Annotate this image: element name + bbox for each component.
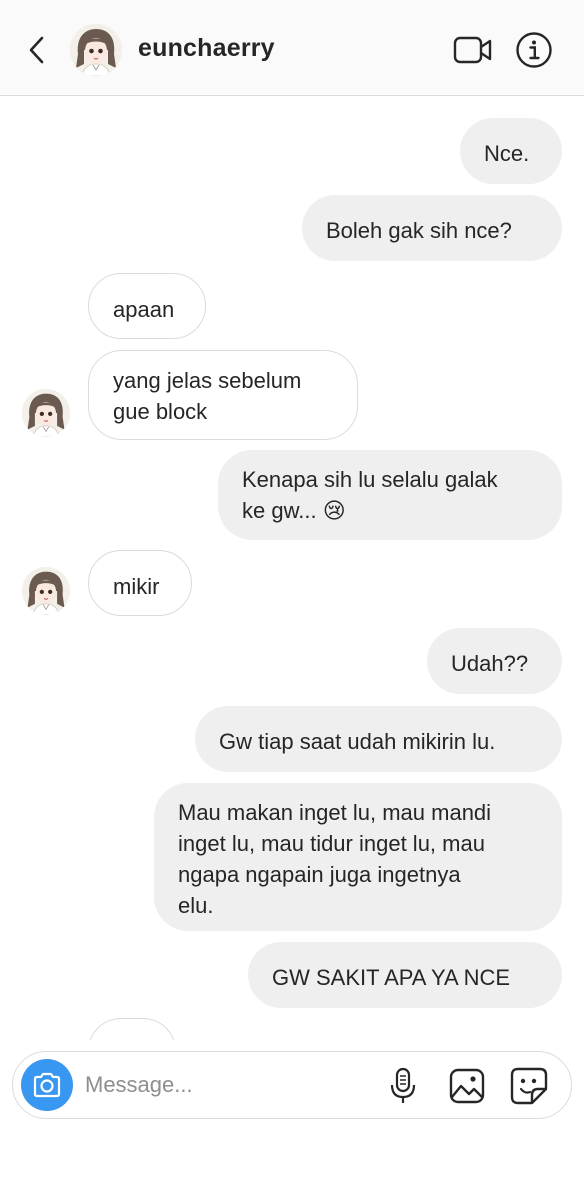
message-text-line: elu. [178, 893, 214, 918]
message-text: mikir [113, 574, 160, 599]
message-text: Boleh gak sih nce? [326, 218, 512, 243]
message-text: apaan [113, 297, 175, 322]
message-bubble-outgoing[interactable]: Udah?? [427, 628, 562, 694]
message-input[interactable] [85, 1066, 365, 1104]
message-bubble-outgoing[interactable]: Boleh gak sih nce? [302, 195, 562, 261]
sender-avatar[interactable] [22, 389, 70, 437]
info-button[interactable] [514, 30, 554, 70]
gallery-button[interactable] [447, 1066, 487, 1106]
message-composer [12, 1051, 572, 1119]
chat-username[interactable]: eunchaerry [138, 34, 275, 63]
camera-icon [33, 1072, 61, 1098]
message-text: GW SAKIT APA YA NCE [272, 965, 511, 990]
message-bubble-outgoing[interactable]: Gw tiap saat udah mikirin lu. [195, 706, 562, 772]
message-bubble-incoming[interactable]: mikir [88, 550, 192, 616]
avatar[interactable] [70, 24, 122, 76]
profile-photo-icon [22, 567, 70, 615]
chevron-left-icon [29, 36, 44, 64]
back-button[interactable] [20, 30, 52, 70]
message-text: Nce. [484, 141, 530, 166]
sticker-button[interactable] [509, 1066, 549, 1106]
message-text-line: Mau makan inget lu, mau mandi [178, 800, 492, 825]
info-icon [516, 32, 552, 68]
message-bubble-partial [88, 1018, 176, 1040]
microphone-icon [390, 1067, 416, 1103]
message-bubble-incoming[interactable]: apaan [88, 273, 206, 339]
sender-avatar[interactable] [22, 567, 70, 615]
profile-photo-icon [22, 389, 70, 437]
message-bubble-outgoing[interactable]: Mau makan inget lu, mau mandi inget lu, … [154, 783, 562, 931]
message-bubble-outgoing[interactable]: Kenapa sih lu selalu galak ke gw... 😢 [218, 450, 562, 540]
camera-button[interactable] [21, 1059, 73, 1111]
sticker-icon [510, 1067, 548, 1105]
message-text-line: Kenapa sih lu selalu galak [242, 467, 498, 492]
message-bubble-incoming[interactable]: yang jelas sebelum gue block [88, 350, 358, 440]
chat-header: eunchaerry [0, 0, 584, 96]
message-bubble-outgoing[interactable]: GW SAKIT APA YA NCE [248, 942, 562, 1008]
video-call-button[interactable] [452, 32, 494, 68]
message-text-line: ngapa ngapain juga ingetnya [178, 862, 461, 887]
message-text: Gw tiap saat udah mikirin lu. [219, 729, 496, 754]
message-bubble-outgoing[interactable]: Nce. [460, 118, 562, 184]
voice-message-button[interactable] [385, 1066, 421, 1106]
message-text: Udah?? [451, 651, 529, 676]
profile-photo-icon [70, 24, 122, 76]
message-text-line: ke gw... 😢 [242, 498, 346, 523]
message-text-line: yang jelas sebelum [113, 368, 302, 393]
message-text-line: inget lu, mau tidur inget lu, mau [178, 831, 485, 856]
image-gallery-icon [449, 1068, 485, 1104]
message-text-line: gue block [113, 399, 208, 424]
video-camera-icon [453, 36, 492, 64]
